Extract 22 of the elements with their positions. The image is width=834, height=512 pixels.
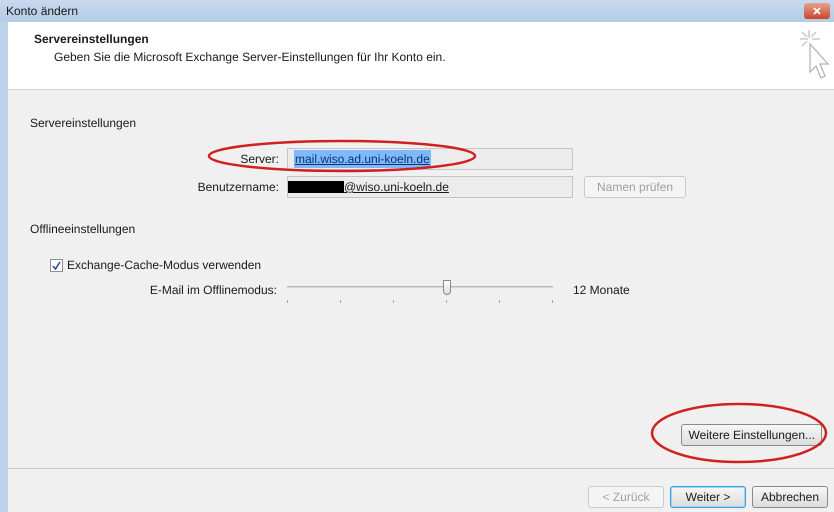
offline-slider[interactable]: [287, 280, 553, 304]
section-heading: Servereinstellungen: [30, 115, 138, 132]
field-label: Benutzername:: [196, 179, 280, 196]
header-title: Servereinstellungen: [34, 31, 150, 48]
slider-label: E-Mail im Offlinemodus:: [148, 282, 278, 299]
section-heading: Offlineeinstellungen: [30, 221, 136, 238]
redaction-bar: [288, 181, 344, 193]
dialog-button[interactable]: Weiter >: [670, 486, 746, 508]
close-icon: [813, 7, 821, 15]
window-title: Konto ändern: [6, 3, 78, 20]
check-icon: [52, 260, 61, 270]
checkbox[interactable]: [50, 258, 63, 272]
server-field[interactable]: mail.wiso.ad.uni-koeln.de: [287, 148, 573, 170]
header-subtitle: Geben Sie die Microsoft Exchange Server-Einstellungen für Ihr Konto ein.: [53, 49, 446, 66]
close-button[interactable]: [804, 3, 830, 19]
dialog-button[interactable]: Abbrechen: [752, 486, 828, 508]
slider-thumb[interactable]: [442, 280, 451, 295]
field-label: Server:: [239, 151, 280, 168]
checkbox-label: Exchange-Cache-Modus verwenden: [67, 257, 262, 274]
username-field[interactable]: @wiso.uni-koeln.de: [287, 176, 573, 198]
more-settings-button[interactable]: Weitere Einstellungen...: [681, 424, 822, 446]
slider-reading: 12 Monate: [573, 282, 630, 299]
